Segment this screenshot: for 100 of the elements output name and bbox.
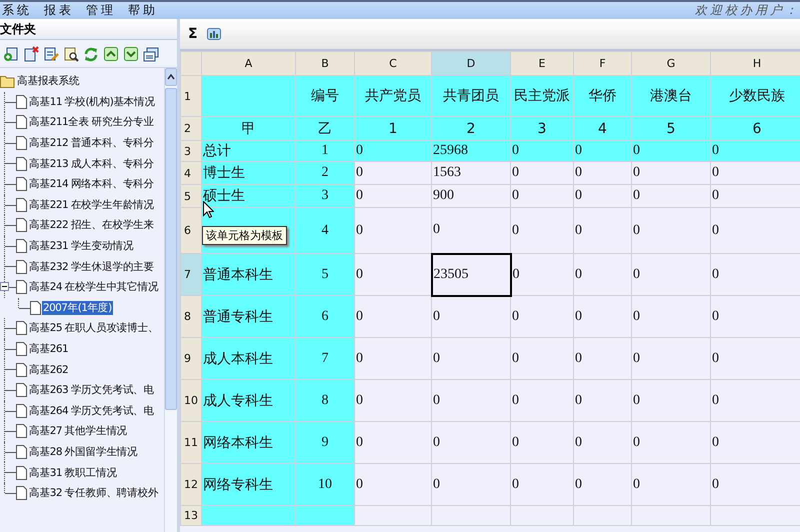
row-header[interactable]: 10 <box>180 380 202 422</box>
sum-button[interactable]: Σ <box>188 26 198 42</box>
menu-item[interactable]: 帮助 <box>128 2 158 19</box>
table-cell: 4 <box>296 208 354 254</box>
tree-item[interactable]: 高基214 网络本科、专科分 <box>28 177 155 192</box>
tree-item[interactable]: 高基261 <box>28 342 70 356</box>
table-cell: 0 <box>632 338 710 380</box>
chart-icon[interactable] <box>206 26 222 42</box>
row-header[interactable]: 3 <box>180 140 202 162</box>
table-cell: 0 <box>710 338 800 380</box>
table-cell: 0 <box>354 184 432 208</box>
panel-title: 文件夹 <box>0 20 36 38</box>
table-cell: 0 <box>710 208 800 254</box>
table-cell: 0 <box>354 140 432 162</box>
column-header[interactable]: C <box>354 52 432 76</box>
table-cell: 0 <box>510 338 574 380</box>
tree-item[interactable]: 高基212 普通本科、专科分 <box>28 136 155 150</box>
magnifier-document-icon[interactable] <box>63 46 79 62</box>
table-cell: 0 <box>510 380 574 422</box>
tree-item[interactable]: 高基222 招生、在校学生来 <box>28 218 155 232</box>
table-cell: 少数民族 <box>710 76 800 116</box>
column-header[interactable]: D <box>432 52 510 76</box>
scrollbar[interactable] <box>164 68 177 532</box>
column-header[interactable]: G <box>632 52 710 76</box>
table-cell: 0 <box>710 380 800 422</box>
table-cell: 7 <box>296 338 354 380</box>
row-header[interactable]: 13 <box>180 506 202 526</box>
tree-item[interactable]: 高基262 <box>28 362 70 377</box>
row-header[interactable]: 11 <box>180 422 202 464</box>
table-cell: 0 <box>432 464 510 506</box>
tree-item[interactable]: 高基25 在职人员攻读博士、 <box>28 321 160 336</box>
table-cell: 0 <box>574 162 632 184</box>
tree-item[interactable]: 高基27 其他学生情况 <box>28 424 128 438</box>
tree-item[interactable]: 高基264 学历文凭考试、电 <box>28 404 155 418</box>
table-cell: 9 <box>296 422 354 464</box>
document-plus-icon[interactable] <box>3 46 19 62</box>
table-cell: 0 <box>354 464 432 506</box>
column-header[interactable]: A <box>202 52 296 76</box>
row-header[interactable]: 1 <box>180 76 202 116</box>
table-cell: 1 <box>296 140 354 162</box>
table-cell: 0 <box>574 296 632 338</box>
table-cell: 5 <box>296 254 354 296</box>
table-cell: 0 <box>574 254 632 296</box>
table-cell: 成人专科生 <box>202 380 296 422</box>
tooltip: 该单元格为模板 <box>202 226 287 245</box>
document-pencil-icon[interactable] <box>43 46 59 62</box>
table-cell: 6 <box>710 116 800 140</box>
row-header[interactable]: 4 <box>180 162 202 184</box>
table-cell: 0 <box>710 184 800 208</box>
table-cell: 3 <box>296 184 354 208</box>
tree-item[interactable]: 高基11 学校(机构)基本情况 <box>28 94 156 109</box>
tree-item[interactable]: 2007年(1年度) <box>42 300 113 315</box>
table-cell: 900 <box>432 184 510 208</box>
table-cell: 0 <box>510 184 574 208</box>
tree-item[interactable]: 高基232 学生休退学的主要 <box>28 260 155 274</box>
column-header[interactable]: B <box>296 52 354 76</box>
tree-item[interactable]: 高基31 教职工情况 <box>28 466 118 480</box>
tree-item[interactable]: 高基211全表 研究生分专业 <box>28 115 155 130</box>
table-cell: 0 <box>632 464 710 506</box>
window-icon[interactable] <box>143 46 159 62</box>
tree-item[interactable]: 高基263 学历文凭考试、电 <box>28 383 155 398</box>
row-header[interactable]: 7 <box>180 254 202 296</box>
table-cell: 编号 <box>296 76 354 116</box>
tree-item[interactable]: 高基24 在校学生中其它情况 <box>28 280 160 294</box>
column-header[interactable]: H <box>710 52 800 76</box>
table-cell: 华侨 <box>574 76 632 116</box>
table-cell: 乙 <box>296 116 354 140</box>
row-header[interactable]: 9 <box>180 338 202 380</box>
table-cell: 共青团员 <box>432 76 510 116</box>
row-header[interactable]: 2 <box>180 116 202 140</box>
row-header[interactable]: 6 <box>180 208 202 254</box>
tree-item[interactable]: 高基231 学生变动情况 <box>28 239 134 254</box>
table-cell: 0 <box>632 162 710 184</box>
tree-item[interactable]: 高基报表系统 <box>16 74 80 88</box>
tree-item[interactable]: 高基221 在校学生年龄情况 <box>28 198 155 212</box>
menu-item[interactable]: 管理 <box>86 2 116 19</box>
table-cell: 0 <box>574 464 632 506</box>
table-cell: 0 <box>710 140 800 162</box>
tree-item[interactable]: 高基32 专任教师、聘请校外 <box>28 486 160 500</box>
row-header[interactable]: 5 <box>180 184 202 208</box>
table-cell: 3 <box>510 116 574 140</box>
row-header[interactable]: 8 <box>180 296 202 338</box>
row-header[interactable]: 12 <box>180 464 202 506</box>
column-header[interactable]: E <box>510 52 574 76</box>
table-cell: 0 <box>510 464 574 506</box>
collapse-toggle[interactable] <box>0 282 9 291</box>
column-header[interactable]: F <box>574 52 632 76</box>
document-x-icon[interactable] <box>23 46 39 62</box>
table-cell: 0 <box>354 380 432 422</box>
table-cell: 2 <box>296 162 354 184</box>
tree-item[interactable]: 高基213 成人本科、专科分 <box>28 156 155 171</box>
table-cell: 0 <box>710 254 800 296</box>
table-cell: 0 <box>510 208 574 254</box>
menu-item[interactable]: 系统 <box>2 2 32 19</box>
menu-item[interactable]: 报表 <box>44 2 74 19</box>
table-cell: 0 <box>574 140 632 162</box>
table-cell: 0 <box>632 140 710 162</box>
table-cell: 0 <box>710 296 800 338</box>
welcome-text: 欢迎校办用户： <box>695 2 800 19</box>
tree-item[interactable]: 高基28 外国留学生情况 <box>28 444 138 459</box>
